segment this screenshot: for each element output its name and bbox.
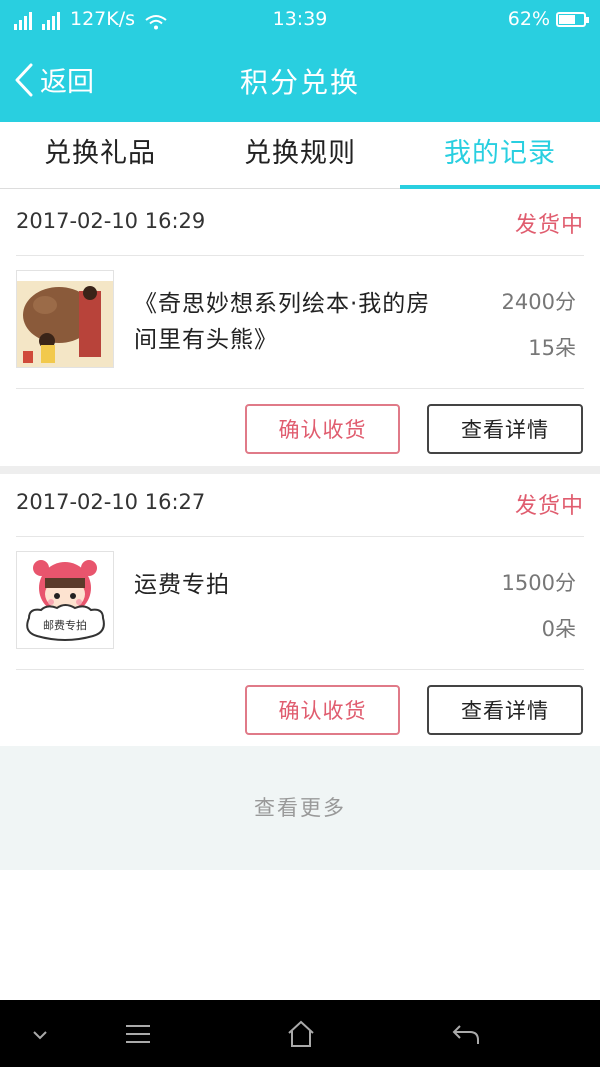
record-actions: 确认收货 查看详情	[0, 389, 600, 469]
tab-exchange-gifts[interactable]: 兑换礼品	[0, 122, 200, 188]
chevron-down-icon[interactable]	[20, 1018, 60, 1050]
record-card: 2017-02-10 16:29 发货中 《奇思妙想系列绘本·我的房间里有头熊》…	[0, 193, 600, 469]
record-actions: 确认收货 查看详情	[0, 670, 600, 750]
tab-my-records[interactable]: 我的记录	[400, 122, 600, 189]
record-item[interactable]: 《奇思妙想系列绘本·我的房间里有头熊》 2400分 15朵	[16, 256, 584, 389]
page-title: 积分兑换	[239, 66, 360, 99]
app-header: 127K/s 13:39 62% 返回 积分兑换	[0, 0, 600, 122]
quantity: 0朵	[541, 617, 576, 641]
back-icon[interactable]	[446, 1018, 486, 1050]
battery-percent: 62%	[507, 8, 550, 30]
product-thumbnail: 邮费专拍	[16, 551, 114, 649]
product-name: 运费专拍	[134, 572, 230, 598]
confirm-receipt-button[interactable]: 确认收货	[245, 685, 400, 735]
thumbnail-caption: 邮费专拍	[43, 618, 87, 632]
system-nav-bar	[0, 1000, 600, 1067]
points-cost: 1500分	[501, 571, 576, 595]
shipping-fee-image: 邮费专拍	[17, 552, 113, 648]
battery-group: 62%	[507, 8, 589, 30]
book-cover-image	[17, 271, 113, 367]
status-badge: 发货中	[514, 494, 584, 519]
menu-icon[interactable]	[118, 1018, 158, 1050]
view-details-button[interactable]: 查看详情	[427, 404, 583, 454]
status-badge: 发货中	[514, 213, 584, 238]
record-card: 2017-02-10 16:27 发货中 邮费专拍 运费专拍 1500分 0朵	[0, 474, 600, 750]
tab-bar: 兑换礼品 兑换规则 我的记录	[0, 122, 600, 189]
tab-exchange-rules[interactable]: 兑换规则	[200, 122, 400, 188]
view-details-button[interactable]: 查看详情	[427, 685, 583, 735]
divider	[0, 466, 600, 474]
status-bar: 127K/s 13:39 62%	[0, 0, 600, 40]
points-cost: 2400分	[501, 290, 576, 314]
record-item[interactable]: 邮费专拍 运费专拍 1500分 0朵	[16, 537, 584, 670]
record-header: 2017-02-10 16:27 发货中	[16, 474, 584, 537]
navigation-bar: 返回 积分兑换	[0, 44, 600, 116]
confirm-receipt-button[interactable]: 确认收货	[245, 404, 400, 454]
load-more-button[interactable]: 查看更多	[0, 746, 600, 870]
battery-icon	[556, 11, 589, 27]
product-name: 《奇思妙想系列绘本·我的房间里有头熊》	[134, 291, 431, 353]
home-icon[interactable]	[281, 1018, 321, 1050]
record-header: 2017-02-10 16:29 发货中	[16, 193, 584, 256]
record-datetime: 2017-02-10 16:29	[16, 209, 206, 233]
quantity: 15朵	[528, 336, 576, 360]
product-thumbnail	[16, 270, 114, 368]
record-datetime: 2017-02-10 16:27	[16, 490, 206, 514]
